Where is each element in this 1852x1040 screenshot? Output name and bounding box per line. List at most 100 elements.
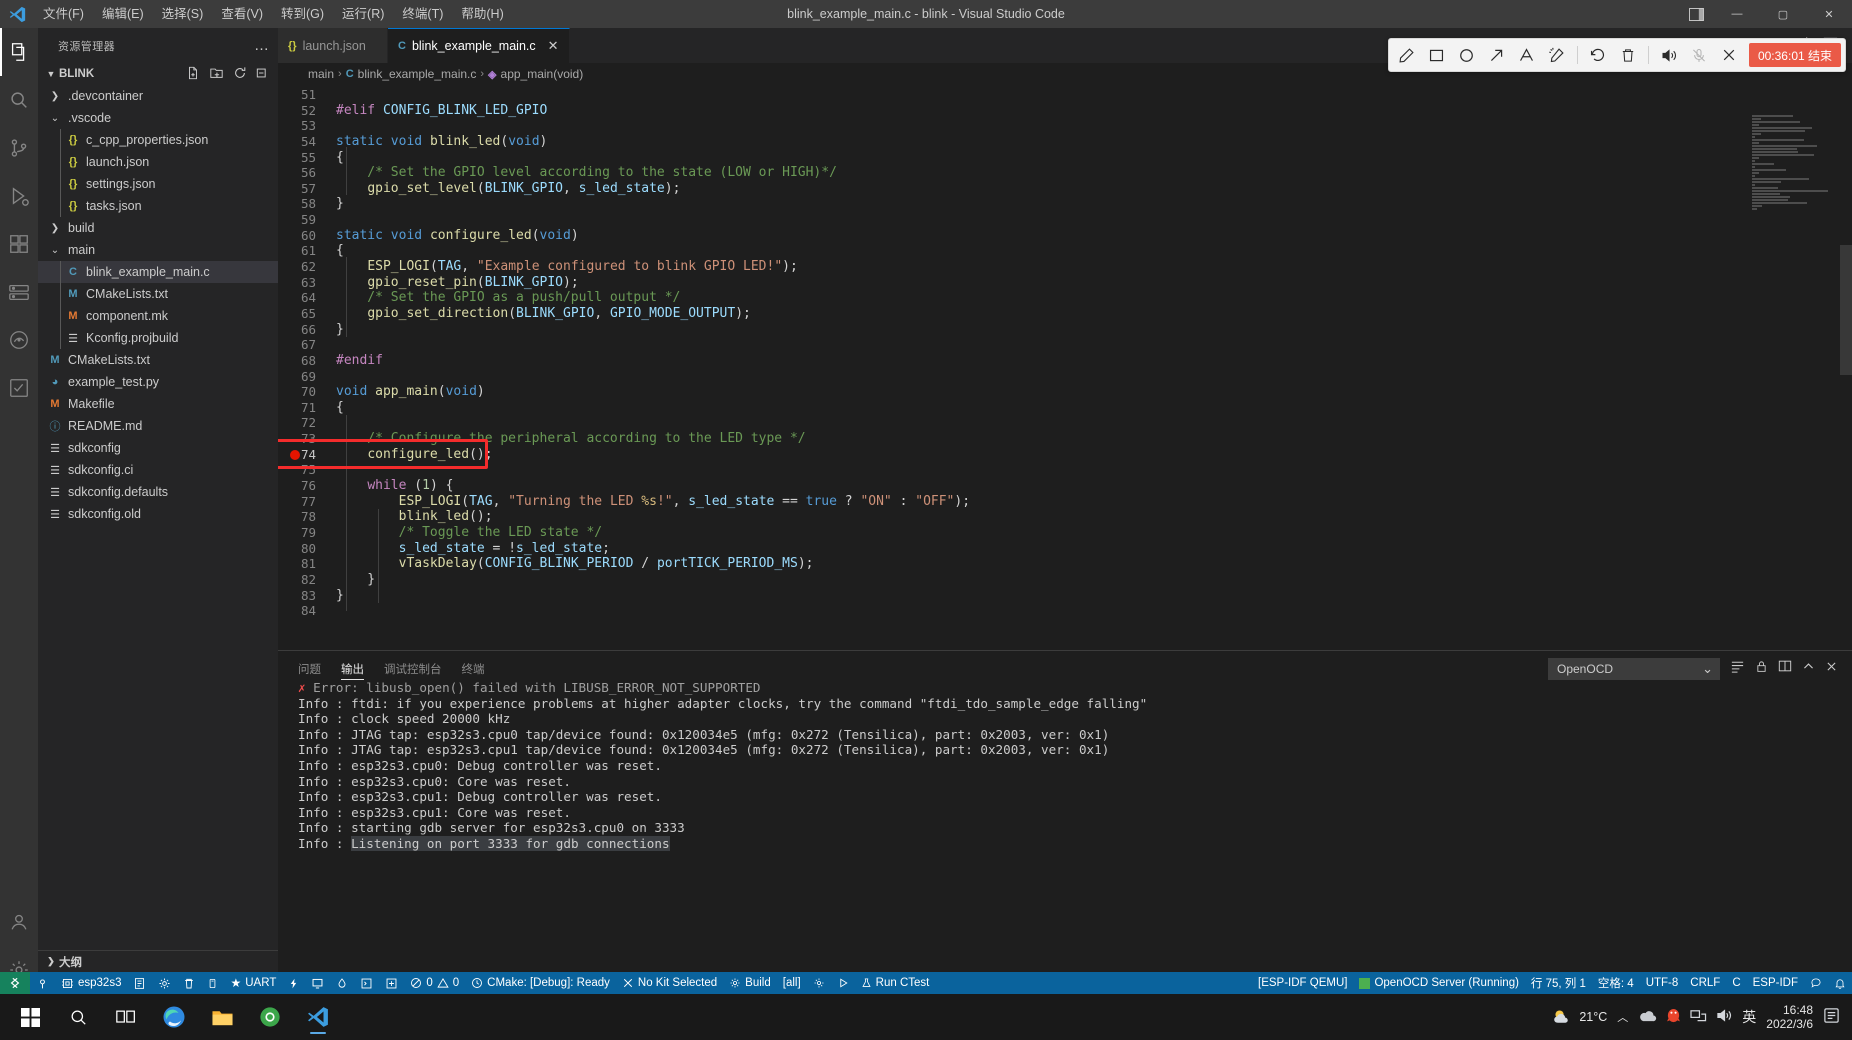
activity-accounts-icon[interactable] <box>0 898 38 946</box>
breakpoint-dot[interactable] <box>290 449 300 460</box>
tree-item-sdkconfig-old[interactable]: ☰ sdkconfig.old <box>38 503 278 525</box>
status-item-idf-monitor[interactable] <box>379 972 404 994</box>
highlighter-icon[interactable] <box>1543 41 1571 69</box>
task-view-button-icon[interactable] <box>104 997 148 1037</box>
breadcrumb-file[interactable]: blink_example_main.c <box>358 67 477 81</box>
tab-blink-example-main-c[interactable]: C blink_example_main.c ✕ <box>388 28 570 63</box>
status-item-kit-selector[interactable]: No Kit Selected <box>616 972 723 994</box>
tree-item--vscode[interactable]: ⌄ .vscode <box>38 107 278 129</box>
speaker-icon[interactable] <box>1655 41 1683 69</box>
tab-launch-json[interactable]: {} launch.json <box>278 28 388 63</box>
menu-run[interactable]: 运行(R) <box>333 0 393 28</box>
activity-search-icon[interactable] <box>0 76 38 124</box>
close-icon[interactable] <box>1715 41 1743 69</box>
maximize-panel-icon[interactable] <box>1802 660 1815 678</box>
activity-esp-idf-icon[interactable] <box>0 316 38 364</box>
volume-icon[interactable] <box>1716 1008 1733 1026</box>
rectangle-icon[interactable] <box>1423 41 1451 69</box>
status-item-esp-idf-qemu[interactable]: [ESP-IDF QEMU] <box>1252 972 1353 994</box>
text-icon[interactable] <box>1513 41 1541 69</box>
menu-go[interactable]: 转到(G) <box>272 0 333 28</box>
tree-item-cmakelists-txt[interactable]: M CMakeLists.txt <box>38 283 278 305</box>
tree-item-build[interactable]: ❯ build <box>38 217 278 239</box>
activity-extensions-icon[interactable] <box>0 220 38 268</box>
status-item-full-clean[interactable] <box>177 972 201 994</box>
ime-indicator[interactable]: 英 <box>1742 1007 1756 1027</box>
editor-scrollbar-thumb[interactable] <box>1840 245 1852 375</box>
status-item-indentation[interactable]: 空格: 4 <box>1592 972 1640 994</box>
search-button-icon[interactable] <box>56 997 100 1037</box>
tree-item-tasks-json[interactable]: {} tasks.json <box>38 195 278 217</box>
activity-explorer-icon[interactable] <box>0 28 38 76</box>
sidebar-more-icon[interactable]: … <box>254 37 270 54</box>
menu-edit[interactable]: 编辑(E) <box>93 0 153 28</box>
remote-indicator[interactable] <box>0 972 30 994</box>
network-icon[interactable] <box>1690 1008 1707 1026</box>
close-button[interactable]: ✕ <box>1806 0 1852 28</box>
workspace-root-header[interactable]: ▼ BLINK <box>38 63 278 85</box>
status-item-encoding[interactable]: UTF-8 <box>1640 972 1685 994</box>
tree-item-main[interactable]: ⌄ main <box>38 239 278 261</box>
activity-source-control-icon[interactable] <box>0 124 38 172</box>
close-panel-icon[interactable] <box>1825 660 1838 678</box>
customize-layout-icon[interactable] <box>1678 0 1714 28</box>
tree-item--devcontainer[interactable]: ❯ .devcontainer <box>38 85 278 107</box>
status-item-run-ctest[interactable]: Run CTest <box>855 972 936 994</box>
tree-item-component-mk[interactable]: Mcomponent.mk <box>38 305 278 327</box>
activity-remote-explorer-icon[interactable] <box>0 268 38 316</box>
minimize-button[interactable]: — <box>1714 0 1760 28</box>
new-folder-icon[interactable] <box>209 66 224 83</box>
tree-item-kconfig-projbuild[interactable]: ☰ Kconfig.projbuild <box>38 327 278 349</box>
clear-output-icon[interactable] <box>1730 659 1745 679</box>
menu-file[interactable]: 文件(F) <box>34 0 93 28</box>
menu-selection[interactable]: 选择(S) <box>153 0 213 28</box>
refresh-icon[interactable] <box>233 66 247 83</box>
qq-icon[interactable] <box>1666 1007 1681 1027</box>
activity-testing-icon[interactable] <box>0 364 38 412</box>
status-item-build[interactable]: Build <box>723 972 777 994</box>
tree-item-blink-example-main-c[interactable]: Cblink_example_main.c <box>38 261 278 283</box>
undo-icon[interactable] <box>1584 41 1612 69</box>
file-explorer-button-icon[interactable] <box>200 997 244 1037</box>
menu-help[interactable]: 帮助(H) <box>452 0 512 28</box>
status-item-settings-gear[interactable] <box>152 972 177 994</box>
status-item-build-target[interactable]: [all] <box>777 972 807 994</box>
recording-timer[interactable]: 00:36:01 结束 <box>1748 43 1841 67</box>
status-item-device-chip[interactable]: esp32s3 <box>55 972 127 994</box>
breadcrumb-symbol[interactable]: app_main(void) <box>501 67 584 81</box>
sidebar-section-outline[interactable]: ❯ 大纲 <box>38 950 278 972</box>
delete-icon[interactable] <box>1614 41 1642 69</box>
vscode-taskbar-button-icon[interactable] <box>296 997 340 1037</box>
tree-item-example-test-py[interactable]: ◕ example_test.py <box>38 371 278 393</box>
tab-close-icon[interactable]: ✕ <box>548 38 559 54</box>
status-item-send-feedback-icon[interactable] <box>1804 972 1828 994</box>
lock-scroll-icon[interactable] <box>1755 659 1768 679</box>
status-item-open-terminal[interactable] <box>354 972 379 994</box>
output-log[interactable]: ✗ Error: libusb_open() failed with LIBUS… <box>278 680 1852 994</box>
status-item-device-target[interactable] <box>30 972 55 994</box>
tree-item-sdkconfig-defaults[interactable]: ☰ sdkconfig.defaults <box>38 481 278 503</box>
editor-scrollbar[interactable] <box>1840 245 1852 395</box>
menu-view[interactable]: 查看(V) <box>212 0 272 28</box>
tree-item-launch-json[interactable]: {} launch.json <box>38 151 278 173</box>
taskbar-clock[interactable]: 16:48 2022/3/6 <box>1766 1003 1813 1031</box>
microphone-muted-icon[interactable] <box>1685 41 1713 69</box>
tree-item-sdkconfig[interactable]: ☰ sdkconfig <box>38 437 278 459</box>
status-item-monitor-device[interactable] <box>305 972 330 994</box>
browser-button-icon[interactable] <box>248 997 292 1037</box>
status-item-language-mode[interactable]: C <box>1726 972 1746 994</box>
status-item-notifications-icon[interactable] <box>1828 972 1852 994</box>
tree-item-makefile[interactable]: M Makefile <box>38 393 278 415</box>
tree-item-cmakelists-txt[interactable]: M CMakeLists.txt <box>38 349 278 371</box>
code-editor[interactable]: 51 52 #elif CONFIG_BLINK_LED_GPIO 53 54 stati… <box>278 85 1852 650</box>
pen-icon[interactable] <box>1393 41 1421 69</box>
collapse-all-icon[interactable] <box>256 66 270 83</box>
status-item-launch-debug[interactable] <box>831 972 855 994</box>
tree-item-c-cpp-properties-json[interactable]: {} c_cpp_properties.json <box>38 129 278 151</box>
activity-run-debug-icon[interactable] <box>0 172 38 220</box>
status-item-select-port[interactable]: ★ UART <box>224 972 282 994</box>
status-item-openocd-server[interactable]: OpenOCD Server (Running) <box>1353 972 1524 994</box>
status-item-erase-flash[interactable] <box>201 972 224 994</box>
menu-terminal[interactable]: 终端(T) <box>393 0 452 28</box>
tree-item-settings-json[interactable]: {} settings.json <box>38 173 278 195</box>
